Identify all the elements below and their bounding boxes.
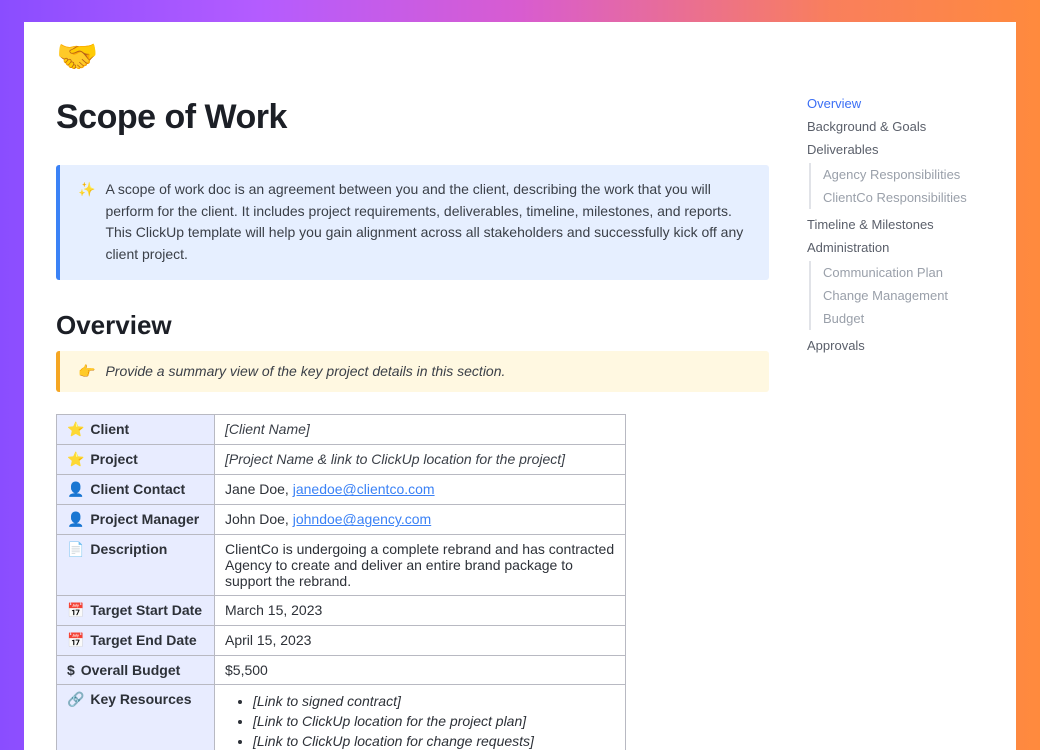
project-label: Project xyxy=(90,451,137,467)
document-main: 🤝 Scope of Work ✨ A scope of work doc is… xyxy=(24,22,801,750)
toc-item-administration[interactable]: Administration xyxy=(807,236,998,259)
toc-item-agency-resp[interactable]: Agency Responsibilities xyxy=(823,163,998,186)
intro-callout: ✨ A scope of work doc is an agreement be… xyxy=(56,165,769,280)
resources-label: Key Resources xyxy=(90,691,191,707)
toc-item-approvals[interactable]: Approvals xyxy=(807,334,998,357)
person-icon: 👤 xyxy=(67,511,84,527)
table-row: $ Overall Budget $5,500 xyxy=(57,656,626,685)
table-row: 🔗 Key Resources [Link to signed contract… xyxy=(57,685,626,750)
toc-item-change-mgmt[interactable]: Change Management xyxy=(823,284,998,307)
page-title[interactable]: Scope of Work xyxy=(56,98,769,137)
toc-sub-administration: Communication Plan Change Management Bud… xyxy=(809,261,998,330)
table-row: 👤 Client Contact Jane Doe, janedoe@clien… xyxy=(57,475,626,505)
sparkles-icon: ✨ xyxy=(78,179,95,266)
description-label: Description xyxy=(90,541,167,557)
client-contact-label: Client Contact xyxy=(90,481,185,497)
client-value[interactable]: [Client Name] xyxy=(225,421,310,437)
project-manager-email-link[interactable]: johndoe@agency.com xyxy=(293,511,431,527)
toc-item-clientco-resp[interactable]: ClientCo Responsibilities xyxy=(823,186,998,209)
budget-value[interactable]: $5,500 xyxy=(225,662,268,678)
overview-hint-callout: 👉 Provide a summary view of the key proj… xyxy=(56,351,769,393)
resources-list: [Link to signed contract] [Link to Click… xyxy=(225,691,615,750)
overview-hint-text: Provide a summary view of the key projec… xyxy=(105,361,505,383)
toc-item-budget[interactable]: Budget xyxy=(823,307,998,330)
start-date-label: Target Start Date xyxy=(90,602,202,618)
client-contact-name: Jane Doe, xyxy=(225,481,293,497)
calendar-icon: 📅 xyxy=(67,602,84,618)
table-of-contents: Overview Background & Goals Deliverables… xyxy=(801,22,1016,750)
intro-callout-text: A scope of work doc is an agreement betw… xyxy=(105,179,751,266)
project-details-table: ⭐ Client [Client Name] ⭐ Project [Projec… xyxy=(56,414,626,750)
star-icon: ⭐ xyxy=(67,451,84,467)
client-contact-email-link[interactable]: janedoe@clientco.com xyxy=(293,481,435,497)
toc-sub-deliverables: Agency Responsibilities ClientCo Respons… xyxy=(809,163,998,209)
dollar-icon: $ xyxy=(67,662,75,678)
calendar-icon: 📅 xyxy=(67,632,84,648)
toc-item-comm-plan[interactable]: Communication Plan xyxy=(823,261,998,284)
table-row: 📅 Target End Date April 15, 2023 xyxy=(57,626,626,656)
toc-item-background[interactable]: Background & Goals xyxy=(807,115,998,138)
toc-item-timeline[interactable]: Timeline & Milestones xyxy=(807,213,998,236)
table-row: ⭐ Project [Project Name & link to ClickU… xyxy=(57,445,626,475)
description-value[interactable]: ClientCo is undergoing a complete rebran… xyxy=(225,541,614,589)
project-manager-label: Project Manager xyxy=(90,511,199,527)
page-icon: 📄 xyxy=(67,541,84,557)
budget-label: Overall Budget xyxy=(81,662,181,678)
toc-item-deliverables[interactable]: Deliverables xyxy=(807,138,998,161)
page-emoji-icon[interactable]: 🤝 xyxy=(56,40,769,74)
table-row: ⭐ Client [Client Name] xyxy=(57,415,626,445)
project-value[interactable]: [Project Name & link to ClickUp location… xyxy=(225,451,565,467)
overview-heading: Overview xyxy=(56,310,769,341)
table-row: 📄 Description ClientCo is undergoing a c… xyxy=(57,535,626,596)
client-label: Client xyxy=(90,421,129,437)
link-icon: 🔗 xyxy=(67,691,84,707)
person-icon: 👤 xyxy=(67,481,84,497)
end-date-value[interactable]: April 15, 2023 xyxy=(225,632,311,648)
list-item[interactable]: [Link to ClickUp location for change req… xyxy=(253,731,615,750)
project-manager-name: John Doe, xyxy=(225,511,293,527)
document-layout: 🤝 Scope of Work ✨ A scope of work doc is… xyxy=(24,22,1016,750)
table-row: 👤 Project Manager John Doe, johndoe@agen… xyxy=(57,505,626,535)
table-row: 📅 Target Start Date March 15, 2023 xyxy=(57,596,626,626)
start-date-value[interactable]: March 15, 2023 xyxy=(225,602,322,618)
list-item[interactable]: [Link to ClickUp location for the projec… xyxy=(253,711,615,731)
star-icon: ⭐ xyxy=(67,421,84,437)
pointing-hand-icon: 👉 xyxy=(78,361,95,383)
end-date-label: Target End Date xyxy=(90,632,196,648)
document-card: 🤝 Scope of Work ✨ A scope of work doc is… xyxy=(24,22,1016,750)
list-item[interactable]: [Link to signed contract] xyxy=(253,691,615,711)
toc-item-overview[interactable]: Overview xyxy=(807,92,998,115)
